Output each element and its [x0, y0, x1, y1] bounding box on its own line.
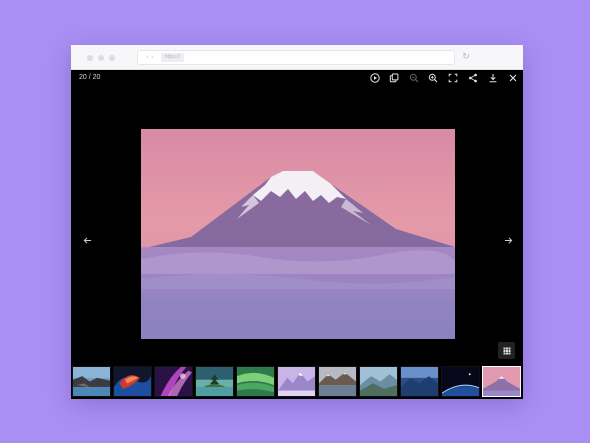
thumbnail-coastal-rocks[interactable]	[72, 366, 111, 397]
thumbnail-lavender-peaks[interactable]	[277, 366, 316, 397]
browser-window: ‹ › https:// ↻ 20 / 20	[71, 45, 523, 399]
share-icon[interactable]	[466, 71, 480, 85]
thumbnail-earth-horizon[interactable]	[441, 366, 480, 397]
reload-icon[interactable]: ↻	[460, 51, 472, 63]
copy-icon[interactable]	[387, 71, 401, 85]
thumbnail-blue-mountains[interactable]	[400, 366, 439, 397]
thumbnail-pink-mountain[interactable]	[482, 366, 521, 397]
thumbnail-green-wave[interactable]	[236, 366, 275, 397]
back-forward-icons[interactable]: ‹ ›	[146, 53, 154, 62]
play-icon[interactable]	[368, 71, 382, 85]
page-background: ‹ › https:// ↻ 20 / 20	[0, 0, 590, 443]
window-close-dot[interactable]	[87, 55, 93, 61]
arrow-left-icon[interactable]	[79, 232, 95, 248]
download-icon[interactable]	[486, 71, 500, 85]
arrow-right-icon[interactable]	[500, 232, 516, 248]
window-maximize-dot[interactable]	[109, 55, 115, 61]
zoom-in-icon[interactable]	[426, 71, 440, 85]
browser-toolbar: ‹ › https:// ↻	[71, 45, 523, 70]
window-minimize-dot[interactable]	[98, 55, 104, 61]
thumbnail-tree-island[interactable]	[195, 366, 234, 397]
thumbnail-red-blue-abstract[interactable]	[113, 366, 152, 397]
address-bar[interactable]: ‹ › https://	[137, 50, 455, 65]
slide-counter: 20 / 20	[79, 74, 101, 81]
thumbnail-strip	[71, 364, 523, 399]
grid-view-icon[interactable]	[498, 342, 515, 359]
main-photo	[141, 129, 455, 339]
fullscreen-icon[interactable]	[446, 71, 460, 85]
close-icon[interactable]	[506, 71, 520, 85]
lightbox-viewer: 20 / 20	[71, 70, 523, 399]
zoom-out-icon[interactable]	[407, 71, 421, 85]
thumbnail-purple-aurora[interactable]	[154, 366, 193, 397]
url-pill[interactable]: https://	[161, 53, 185, 62]
thumbnail-mountain-lake[interactable]	[318, 366, 357, 397]
thumbnail-mountain-haze[interactable]	[359, 366, 398, 397]
